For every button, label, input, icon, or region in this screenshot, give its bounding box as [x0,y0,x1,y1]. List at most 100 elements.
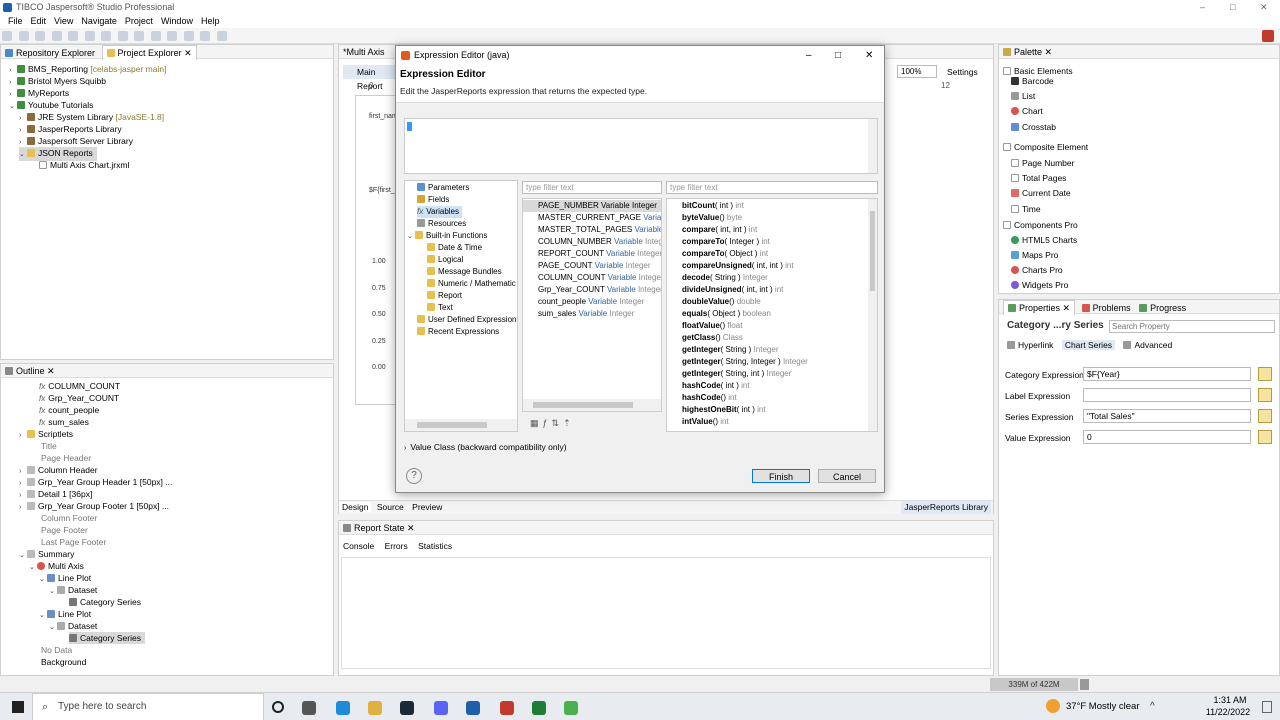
variable-item-selected[interactable]: PAGE_NUMBER Variable Integer [523,200,661,212]
close-tab-icon[interactable]: ✕ [184,48,192,58]
outline-item[interactable]: Page Header [41,452,91,464]
chevron-down-icon[interactable]: ⌄ [39,574,47,586]
chevron-down-icon[interactable]: ⌄ [9,101,17,113]
expression-scrollbar[interactable] [868,119,877,173]
tab-chart-series[interactable]: Chart Series [1061,340,1116,350]
cancel-button[interactable]: Cancel [818,469,876,483]
chevron-down-icon[interactable]: ⌄ [19,149,27,161]
minimize-icon[interactable]: – [1200,0,1205,15]
palette-item[interactable]: Barcode [1011,75,1054,87]
link-icon[interactable] [216,31,227,41]
library-tab[interactable]: JasperReports Library [901,501,991,514]
method-item[interactable]: divideUnsigned( int, int ) int [682,284,783,296]
tab-advanced[interactable]: Advanced [1123,340,1172,350]
palette-item[interactable]: Maps Pro [1011,249,1058,261]
menu-edit[interactable]: Edit [27,15,51,28]
label-expression-field[interactable] [1083,388,1251,402]
sort-icon[interactable]: ⇅ [552,418,564,428]
variable-item[interactable]: REPORT_COUNT Variable Integer [538,248,661,260]
palette-item[interactable]: Chart [1011,105,1043,117]
outline-item[interactable]: Background [41,656,86,668]
menu-view[interactable]: View [50,15,77,28]
method-item[interactable]: doubleValue() double [682,296,761,308]
methods-scrollbar[interactable] [868,199,877,431]
expression-editor-icon[interactable] [1258,367,1272,381]
palette-item[interactable]: Time [1011,203,1041,215]
tab-outline[interactable]: Outline [16,366,45,376]
methods-filter-input[interactable]: type filter text [666,181,878,194]
outline-item[interactable]: No Data [41,644,72,656]
run-icon[interactable] [117,31,128,41]
tab-statistics[interactable]: Statistics [418,541,452,551]
variable-item[interactable]: PAGE_COUNT Variable Integer [538,260,651,272]
task-view-icon[interactable] [302,701,316,715]
tab-preview[interactable]: Preview [409,502,445,512]
tree-item-multi-axis-file[interactable]: Multi Axis Chart.jrxml [39,159,129,171]
expression-text-area[interactable] [404,118,878,174]
palette-group-composite[interactable]: Composite Element [1003,141,1088,153]
zoom-select[interactable]: 100% [897,65,937,78]
category-parameters[interactable]: Parameters [417,182,469,194]
memory-indicator[interactable]: 339M of 422M [990,678,1078,691]
tab-design[interactable]: Design [339,502,372,512]
file-explorer-icon[interactable] [368,701,382,715]
tab-console[interactable]: Console [343,541,374,551]
close-window-icon[interactable]: ✕ [1260,0,1268,15]
field-static-text[interactable]: first_nam [369,113,398,120]
expression-editor-icon[interactable] [1258,409,1272,423]
outline-item-selected[interactable]: Category Series [69,632,145,644]
category-user-defined[interactable]: User Defined Expressions [417,314,517,326]
save-all-icon[interactable] [35,31,46,41]
insert-variable-icon[interactable]: ▦ [530,418,543,428]
variable-item[interactable]: count_people Variable Integer [538,296,644,308]
category-resources[interactable]: Resources [417,218,466,230]
edge-icon[interactable] [336,701,350,715]
undo-icon[interactable] [68,31,79,41]
close-tab-icon[interactable]: ✕ [407,523,415,533]
expression-editor-icon[interactable] [1258,388,1272,402]
help-icon[interactable]: ? [406,468,422,484]
tray-chevron-up-icon[interactable]: ^ [1150,701,1155,712]
cortana-icon[interactable] [272,701,284,713]
tab-multi-axis[interactable]: *Multi Axis [343,47,385,57]
value-expression-field[interactable]: 0 [1083,430,1251,444]
app-icon[interactable] [564,701,578,715]
search-property-input[interactable] [1109,320,1275,333]
palette-item[interactable]: Current Date [1011,187,1071,199]
tab-problems[interactable]: Problems [1081,303,1131,313]
method-item[interactable]: bitCount( int ) int [682,200,744,212]
method-item[interactable]: compare( int, int ) int [682,224,757,236]
outline-item[interactable]: Title [41,440,57,452]
method-item[interactable]: equals( Object ) boolean [682,308,771,320]
steam-icon[interactable] [400,701,414,715]
method-item[interactable]: hashCode( int ) int [682,380,750,392]
perspective-icon[interactable] [1262,30,1274,42]
field-text-field[interactable]: $F{first_ [369,187,395,194]
category-message-bundles[interactable]: Message Bundles [427,266,502,278]
publish-icon[interactable] [200,31,211,41]
outline-item[interactable]: Page Footer [41,524,88,536]
method-item[interactable]: byteValue() byte [682,212,742,224]
chevron-down-icon[interactable]: ⌄ [407,231,415,243]
method-item[interactable]: getInteger( String ) Integer [682,344,778,356]
compile-icon[interactable] [101,31,112,41]
variable-item[interactable]: MASTER_TOTAL_PAGES Variable Int [538,224,661,236]
category-date-time[interactable]: Date & Time [427,242,482,254]
method-item[interactable]: getClass() Class [682,332,743,344]
tab-main-report[interactable]: Main Report [343,65,403,91]
value-class-toggle[interactable]: › Value Class (backward compatibility onl… [404,442,567,452]
category-expression-field[interactable]: $F{Year} [1083,367,1251,381]
method-item[interactable]: intValue() int [682,416,729,428]
category-hscrollbar[interactable] [405,419,517,431]
forward-icon[interactable] [183,31,194,41]
redo-icon[interactable] [84,31,95,41]
back-icon[interactable] [167,31,178,41]
menu-window[interactable]: Window [157,15,197,28]
discord-icon[interactable] [434,701,448,715]
category-logical[interactable]: Logical [427,254,463,266]
variables-hscrollbar[interactable] [523,399,661,411]
outline-item[interactable]: Category Series [69,596,141,608]
method-item[interactable]: floatValue() float [682,320,742,332]
clock-time[interactable]: 1:31 AM [1208,695,1252,705]
method-item[interactable]: compareTo( Integer ) int [682,236,770,248]
